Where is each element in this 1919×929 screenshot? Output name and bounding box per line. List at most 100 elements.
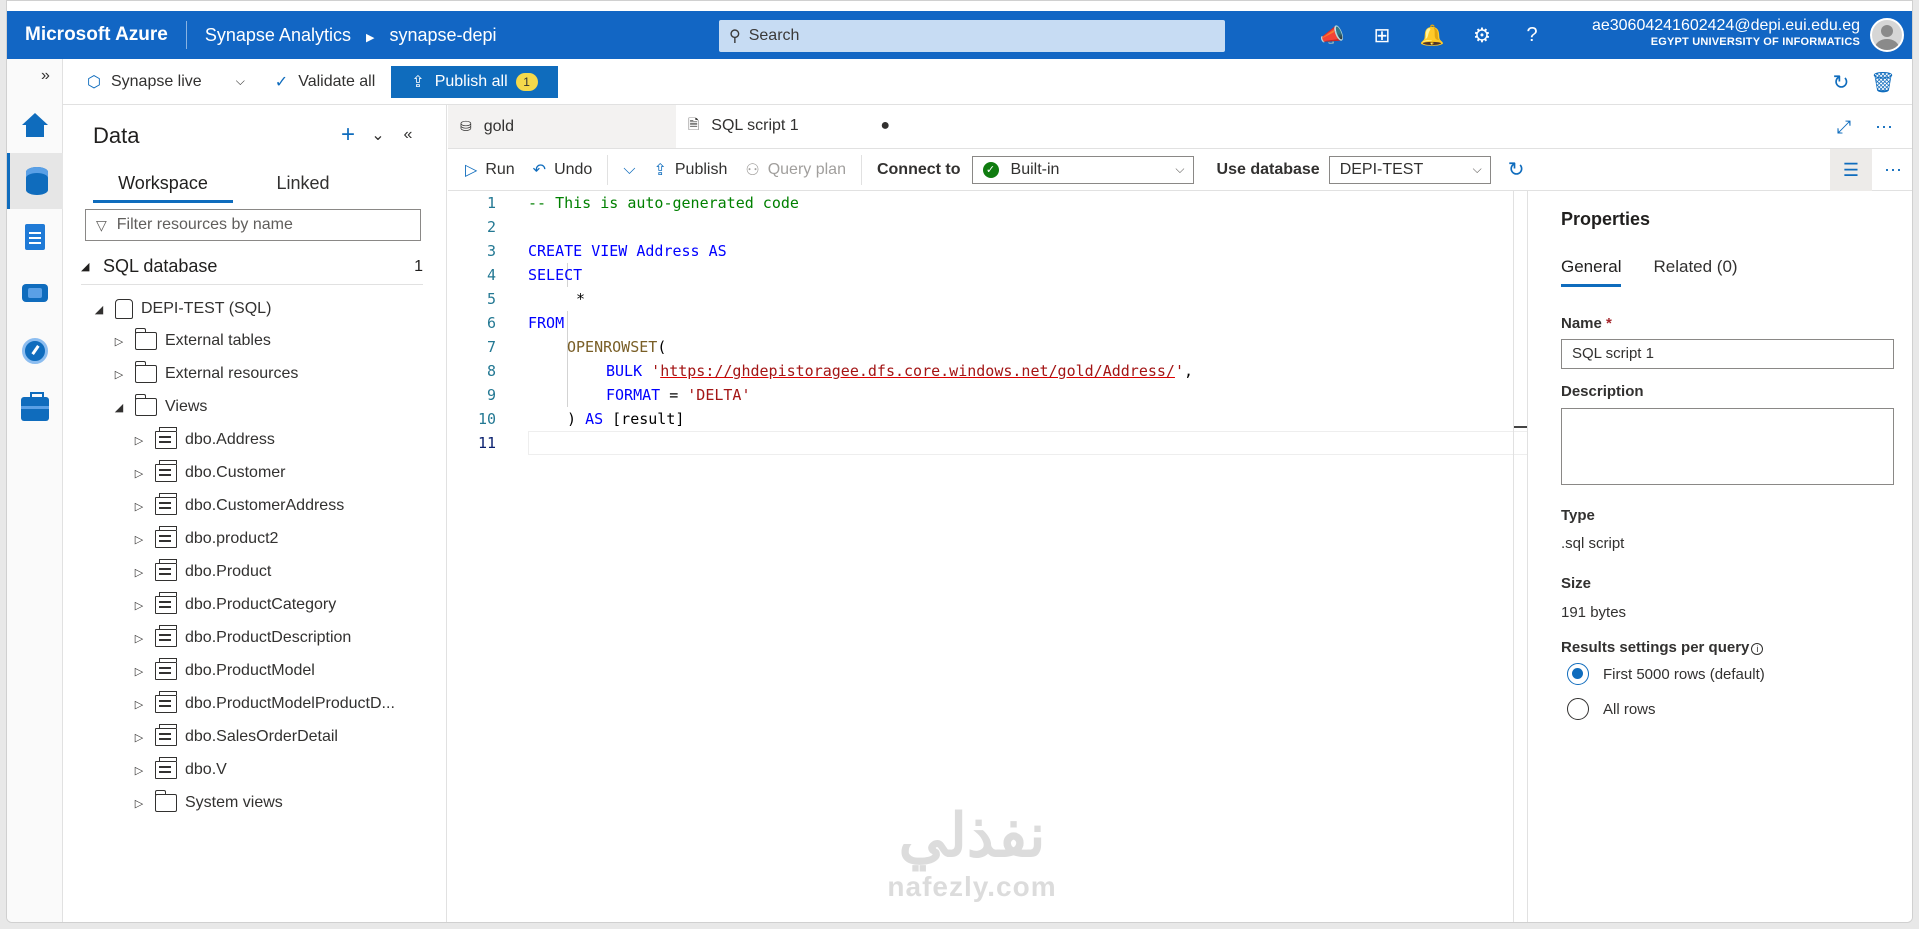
account-org: EGYPT UNIVERSITY OF INFORMATICS — [1650, 36, 1860, 48]
account-info[interactable]: ae30604241602424@depi.eui.edu.eg EGYPT U… — [1592, 17, 1860, 48]
connect-to-value: Built-in — [1010, 160, 1060, 178]
type-value: .sql script — [1561, 535, 1625, 552]
collapse-all-icon[interactable]: ⌄ — [363, 125, 393, 145]
view-icon — [155, 724, 177, 746]
external-resources-label: External resources — [165, 365, 299, 382]
more-icon[interactable]: ⋯ — [1864, 117, 1904, 138]
code-string: 'DELTA' — [687, 386, 751, 404]
tab-gold-label: gold — [483, 117, 514, 135]
help-icon[interactable]: ? — [1507, 24, 1557, 47]
gear-icon[interactable]: ⚙ — [1457, 23, 1507, 48]
tab-sql-script-1[interactable]: 🗎 SQL script 1 ● — [676, 105, 902, 148]
workspace-toolbar: ⬡ Synapse live ⌵ ✓ Validate all ⇪ Publis… — [63, 59, 1912, 105]
size-value: 191 bytes — [1561, 604, 1627, 621]
run-button[interactable]: ▷ Run — [456, 155, 524, 185]
tab-general[interactable]: General — [1561, 257, 1622, 287]
watermark-latin: nafezly.com — [887, 871, 1057, 902]
code-comment: -- This is auto-generated code — [528, 194, 799, 212]
top-bar: Microsoft Azure Synapse Analytics ▶ syna… — [7, 11, 1912, 59]
use-database-select[interactable]: DEPI-TEST ⌵ — [1328, 155, 1491, 184]
sql-database-section[interactable]: ◢ SQL database 1 — [81, 249, 423, 285]
tab-linked[interactable]: Linked — [233, 163, 373, 203]
code-url[interactable]: https://ghdepistoragee.dfs.core.windows.… — [660, 362, 1175, 380]
code-text: ) — [567, 410, 586, 428]
divider — [185, 21, 187, 49]
connect-to-select[interactable]: ✓ Built-in ⌵ — [971, 155, 1194, 184]
info-icon[interactable]: i — [1751, 643, 1764, 655]
code-identifier: Address — [627, 242, 709, 260]
breadcrumb-workspace[interactable]: synapse-depi — [389, 25, 496, 45]
editor-scrollbar[interactable] — [1513, 191, 1528, 922]
synapse-live-button[interactable]: ⬡ Synapse live ⌵ — [77, 66, 255, 98]
chevron-down-icon: ⌵ — [1472, 162, 1482, 176]
radio-first-5000[interactable]: First 5000 rows (default) — [1567, 663, 1765, 685]
view-name: dbo.ProductCategory — [185, 596, 337, 613]
chevron-down-icon: ⌵ — [623, 160, 636, 178]
view-icon — [155, 658, 177, 680]
toolbar-right: ↻ 🗑 — [1820, 59, 1904, 105]
name-field[interactable]: SQL script 1 — [1561, 339, 1894, 369]
code-text: = — [660, 386, 688, 404]
properties-title: Properties — [1561, 209, 1651, 229]
more-icon[interactable]: ⋯ — [1872, 149, 1912, 191]
view-name: dbo.V — [185, 761, 227, 778]
view-name: dbo.Address — [185, 431, 275, 448]
rail-integrate[interactable] — [7, 265, 63, 321]
undo-button[interactable]: ↶ Undo — [524, 155, 602, 185]
tab-workspace[interactable]: Workspace — [93, 163, 233, 203]
validate-all-label: Validate all — [298, 72, 376, 90]
script-icon: 🗎 — [688, 115, 700, 132]
line-number: 9 — [486, 386, 496, 404]
properties-toggle-icon[interactable]: ☰ — [1830, 149, 1872, 191]
refresh-icon[interactable]: ↻ — [1820, 70, 1862, 95]
results-settings-label: Results settings per query i — [1561, 639, 1764, 656]
description-field[interactable] — [1561, 408, 1894, 485]
rail-manage[interactable] — [7, 381, 63, 437]
rail-data[interactable] — [7, 153, 63, 209]
play-icon: ▷ — [465, 161, 478, 179]
view-icon — [155, 559, 177, 581]
validate-all-button[interactable]: ✓ Validate all — [265, 66, 386, 98]
connect-to-label: Connect to — [876, 160, 961, 178]
discard-icon[interactable]: 🗑 — [1862, 70, 1904, 95]
publish-label: Publish — [674, 160, 728, 178]
radio-first-5000-label: First 5000 rows (default) — [1603, 665, 1765, 683]
announcement-icon[interactable]: 📣 — [1307, 23, 1357, 48]
data-panel: Data + ⌄ « Workspace Linked ▽ Filter res… — [63, 105, 447, 922]
required-mark: * — [1606, 315, 1612, 332]
collapse-panel-icon[interactable]: « — [393, 126, 423, 144]
directory-icon[interactable]: ⊞ — [1357, 23, 1407, 48]
filter-resources-input[interactable]: ▽ Filter resources by name — [85, 209, 421, 241]
avatar[interactable] — [1870, 18, 1904, 52]
breadcrumb-synapse-analytics[interactable]: Synapse Analytics — [205, 25, 351, 45]
code-keyword: AS — [708, 242, 727, 260]
maximize-icon[interactable]: ⤢ — [1824, 117, 1864, 138]
undo-dropdown[interactable]: ⌵ — [614, 155, 644, 185]
editor-toolbar: ▷ Run ↶ Undo ⌵ ⇪ Publish ⚇ Query plan Co… — [448, 149, 1912, 191]
tab-related[interactable]: Related (0) — [1653, 257, 1737, 287]
add-icon[interactable]: + — [333, 121, 363, 149]
query-plan-button[interactable]: ⚇ Query plan — [736, 155, 855, 185]
expand-rail-icon[interactable]: » — [41, 67, 50, 85]
tab-gold[interactable]: ⛁ gold — [448, 105, 676, 148]
search-input[interactable]: ⚲ Search — [719, 20, 1225, 52]
use-database-label: Use database — [1216, 160, 1320, 178]
tabs-right-actions: ⤢ ⋯ — [1824, 105, 1904, 149]
rail-home[interactable] — [7, 97, 63, 153]
tree-system-views[interactable]: ▷ System views — [129, 783, 283, 823]
azure-brand[interactable]: Microsoft Azure — [7, 24, 186, 46]
refresh-database-button[interactable]: ↻ — [1499, 155, 1534, 185]
line-number: 8 — [486, 362, 496, 380]
radio-all-rows[interactable]: All rows — [1567, 698, 1656, 720]
publish-button[interactable]: ⇪ Publish — [644, 155, 736, 185]
rail-develop[interactable] — [7, 209, 63, 265]
rail-monitor[interactable] — [7, 323, 63, 379]
expand-triangle-icon: ▷ — [134, 467, 144, 480]
bell-icon[interactable]: 🔔 — [1407, 23, 1457, 48]
publish-all-button[interactable]: ⇪ Publish all 1 — [391, 65, 558, 98]
collapse-triangle-icon: ◢ — [81, 261, 90, 273]
folder-icon — [134, 328, 157, 350]
expand-triangle-icon: ▷ — [134, 599, 144, 612]
view-name: dbo.product2 — [185, 530, 279, 547]
publish-count-badge: 1 — [515, 72, 538, 91]
